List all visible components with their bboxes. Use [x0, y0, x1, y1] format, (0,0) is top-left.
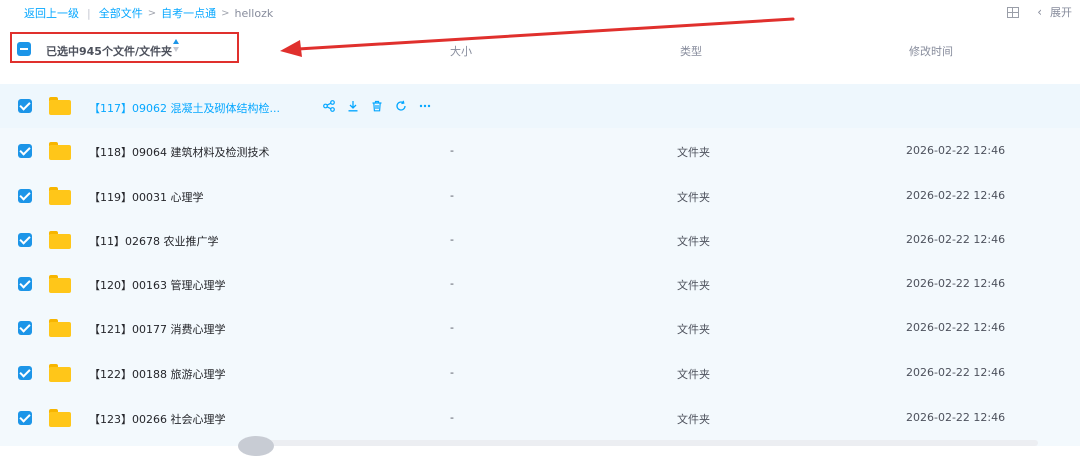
table-row[interactable]: 【11】02678 农业推广学 - 文件夹 2026-02-22 12:46: [0, 217, 1080, 261]
breadcrumb: 返回上一级 | 全部文件 > 自考一点通 > hellozk: [24, 5, 273, 21]
expand-button[interactable]: 展开: [1050, 4, 1072, 20]
delete-icon[interactable]: [371, 100, 383, 112]
file-type: 文件夹: [677, 368, 710, 381]
file-name[interactable]: 【11】02678 农业推广学: [89, 233, 219, 249]
file-modified: 2026-02-22 12:46: [906, 411, 1006, 424]
folder-icon: [49, 187, 71, 205]
table-row[interactable]: 【120】00163 管理心理学 - 文件夹 2026-02-22 12:46: [0, 261, 1080, 305]
file-name[interactable]: 【117】09062 混凝土及砌体结构检...: [89, 100, 280, 116]
breadcrumb-separator: |: [87, 6, 91, 20]
column-size[interactable]: 大小: [450, 43, 472, 59]
more-icon[interactable]: [419, 100, 431, 112]
file-size: -: [450, 144, 454, 157]
file-type: 文件夹: [677, 279, 710, 292]
chevron-right-icon: >: [147, 7, 157, 19]
file-name[interactable]: 【121】00177 消费心理学: [89, 321, 225, 337]
select-all-checkbox[interactable]: [17, 42, 31, 56]
file-name[interactable]: 【119】00031 心理学: [89, 189, 204, 205]
file-type: 文件夹: [677, 191, 710, 204]
file-size: -: [450, 366, 454, 379]
folder-icon: [49, 231, 71, 249]
download-icon[interactable]: [347, 100, 359, 112]
file-name[interactable]: 【122】00188 旅游心理学: [89, 366, 225, 382]
file-modified: 2026-02-22 12:46: [906, 321, 1006, 334]
file-type: 文件夹: [677, 146, 710, 159]
top-bar: 返回上一级 | 全部文件 > 自考一点通 > hellozk ‹ 展开: [0, 0, 1080, 24]
row-checkbox[interactable]: [18, 321, 32, 335]
file-size: -: [450, 411, 454, 424]
file-name[interactable]: 【118】09064 建筑材料及检测技术: [89, 144, 269, 160]
folder-icon: [49, 364, 71, 382]
sort-icon[interactable]: [172, 39, 180, 53]
folder-icon: [49, 97, 71, 115]
folder-icon: [49, 319, 71, 337]
selected-count-label: 已选中945个文件/文件夹: [46, 45, 172, 58]
row-checkbox[interactable]: [18, 233, 32, 247]
table-row[interactable]: 【117】09062 混凝土及砌体结构检...: [0, 84, 1080, 128]
file-modified: 2026-02-22 12:46: [906, 144, 1006, 157]
grid-view-icon[interactable]: [1007, 6, 1020, 18]
row-checkbox[interactable]: [18, 189, 32, 203]
file-modified: 2026-02-22 12:46: [906, 189, 1006, 202]
back-link[interactable]: 返回上一级: [24, 5, 79, 21]
scroll-handle[interactable]: [238, 436, 274, 456]
chevron-right-icon: >: [221, 7, 230, 19]
row-checkbox[interactable]: [18, 144, 32, 158]
file-type: 文件夹: [677, 235, 710, 248]
file-type: 文件夹: [677, 413, 710, 426]
file-size: -: [450, 321, 454, 334]
folder-icon: [49, 409, 71, 427]
column-type[interactable]: 类型: [680, 43, 702, 59]
file-size: -: [450, 189, 454, 202]
table-row[interactable]: 【122】00188 旅游心理学 - 文件夹 2026-02-22 12:46: [0, 350, 1080, 394]
horizontal-scrollbar[interactable]: [258, 440, 1038, 446]
file-modified: 2026-02-22 12:46: [906, 233, 1006, 246]
folder-icon: [49, 275, 71, 293]
breadcrumb-current: hellozk: [234, 6, 274, 20]
row-checkbox[interactable]: [18, 411, 32, 425]
table-row[interactable]: 【123】00266 社会心理学 - 文件夹 2026-02-22 12:46: [0, 394, 1080, 438]
table-row[interactable]: 【119】00031 心理学 - 文件夹 2026-02-22 12:46: [0, 172, 1080, 216]
table-row[interactable]: 【121】00177 消费心理学 - 文件夹 2026-02-22 12:46: [0, 305, 1080, 349]
view-controls: ‹ 展开: [1007, 4, 1072, 20]
row-checkbox[interactable]: [18, 99, 32, 113]
folder-icon: [49, 142, 71, 160]
row-checkbox[interactable]: [18, 277, 32, 291]
file-modified: 2026-02-22 12:46: [906, 277, 1006, 290]
refresh-icon[interactable]: [395, 100, 407, 112]
file-size: -: [450, 233, 454, 246]
column-modified[interactable]: 修改时间: [909, 43, 953, 59]
file-name[interactable]: 【120】00163 管理心理学: [89, 277, 225, 293]
chevron-left-icon[interactable]: ‹: [1037, 5, 1042, 19]
table-row[interactable]: 【118】09064 建筑材料及检测技术 - 文件夹 2026-02-22 12…: [0, 128, 1080, 172]
breadcrumb-folder[interactable]: 自考一点通: [161, 5, 216, 21]
share-icon[interactable]: [323, 100, 335, 112]
row-actions: [323, 100, 443, 112]
file-name[interactable]: 【123】00266 社会心理学: [89, 411, 225, 427]
file-size: -: [450, 277, 454, 290]
file-type: 文件夹: [677, 323, 710, 336]
breadcrumb-all-files[interactable]: 全部文件: [99, 5, 143, 21]
file-modified: 2026-02-22 12:46: [906, 366, 1006, 379]
row-checkbox[interactable]: [18, 366, 32, 380]
